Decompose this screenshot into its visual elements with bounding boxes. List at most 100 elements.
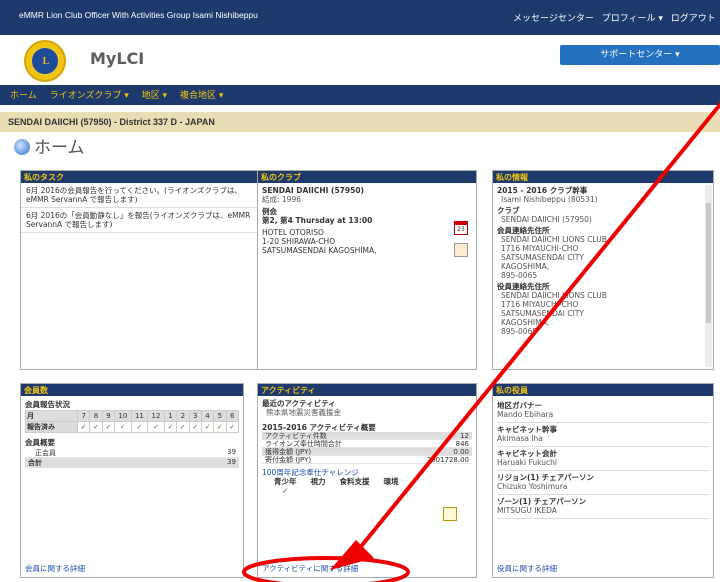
centennial-icon[interactable] bbox=[443, 507, 457, 521]
nav-district[interactable]: 地区 ▾ bbox=[142, 91, 167, 101]
user-banner: eMMR Lion Club Officer With Activities G… bbox=[19, 10, 258, 20]
cat-youth: 青少年 bbox=[274, 477, 297, 486]
month-cell: 11 bbox=[130, 410, 149, 422]
page-title: ホーム bbox=[14, 133, 85, 158]
club-label: クラブ bbox=[497, 206, 520, 215]
message-center-link[interactable]: メッセージセンター bbox=[513, 14, 594, 24]
club-value: SENDAI DAIICHI (57950) bbox=[501, 215, 592, 224]
club-chartered: 結成: 1996 bbox=[262, 195, 301, 204]
month-check: ✓ bbox=[101, 421, 116, 433]
month-check: ✓ bbox=[213, 421, 227, 433]
month-check: ✓ bbox=[176, 421, 190, 433]
tasks-panel: 私のタスク 6月 2016の会員報告を行ってください。(ライオンズクラブは、eM… bbox=[20, 170, 271, 370]
breadcrumb: SENDAI DAIICHI (57950) - District 337 D … bbox=[0, 112, 720, 132]
meeting-schedule: 第2, 第4 Thursday at 13:00 bbox=[262, 216, 373, 225]
app-title: MyLCI bbox=[90, 49, 145, 68]
calendar-icon[interactable]: 23 bbox=[454, 221, 468, 235]
officer-role: キャビネット幹事 bbox=[497, 425, 557, 434]
document-icon[interactable] bbox=[454, 243, 468, 257]
officer-role: キャビネット会計 bbox=[497, 449, 557, 458]
month-check: ✓ bbox=[76, 421, 91, 433]
officer-contact-label: 役員連絡先住所 bbox=[497, 282, 550, 291]
members-panel: 会員数 会員報告状況 月 7 8 9 10 11 12 1 2 3 4 5 6 報告済み ✓ ✓ ✓ ✓ ✓ ✓ ✓ ✓… bbox=[20, 383, 244, 578]
report-status-table: 月 7 8 9 10 11 12 1 2 3 4 5 6 報告済み ✓ ✓ ✓ ✓ ✓ ✓ ✓ ✓ ✓ ✓ ✓ ✓ bbox=[25, 410, 240, 433]
month-cell: 10 bbox=[114, 410, 132, 422]
month-cell: 12 bbox=[147, 410, 165, 422]
challenge-check: ✓ bbox=[282, 486, 289, 495]
officer-name: MITSUGU IKEDA bbox=[497, 506, 557, 515]
officer-role: 地区ガバナー bbox=[497, 401, 542, 410]
recent-activity-label: 最近のアクティビティ bbox=[262, 399, 336, 408]
month-cell: 5 bbox=[213, 410, 227, 422]
officer-role: リジョン(1) チェアパーソン bbox=[497, 473, 595, 482]
month-check: ✓ bbox=[188, 421, 202, 433]
activity-details-link[interactable]: アクティビティに関する詳細 bbox=[262, 563, 358, 574]
role-name: Isami Nishibeppu (80531) bbox=[501, 195, 598, 204]
officer-item: キャビネット会計 Haruaki Fukuchi bbox=[497, 447, 709, 471]
month-cell: 7 bbox=[76, 410, 91, 422]
month-check: ✓ bbox=[200, 421, 215, 433]
club-address-line: SATSUMASENDAI KAGOSHIMA, bbox=[262, 246, 377, 255]
task-item[interactable]: 6月 2016の「会員動静なし」を報告(ライオンズクラブは、eMMR Serva… bbox=[21, 208, 270, 233]
report-status-label: 会員報告状況 bbox=[25, 400, 70, 409]
brand-header: L MyLCI サポートセンター ▾ bbox=[0, 35, 720, 85]
globe-icon bbox=[14, 139, 30, 155]
club-address-line: HOTEL OTORISO bbox=[262, 228, 324, 237]
officer-role: ゾーン(1) チェアパーソン bbox=[497, 497, 587, 506]
activity-summary-title: 2015-2016 アクティビティ概要 bbox=[262, 423, 376, 432]
officers-panel: 私の役員 地区ガバナー Mando Ebihara キャビネット幹事 Akimasa … bbox=[492, 383, 714, 578]
activities-panel: アクティビティ 最近のアクティビティ 熊本県地震災害義援金 2015-2016 … bbox=[257, 383, 477, 578]
club-name: SENDAI DAIICHI (57950) bbox=[262, 186, 364, 195]
month-cell: 3 bbox=[188, 410, 202, 422]
month-check: ✓ bbox=[114, 421, 132, 433]
nav-lions-club[interactable]: ライオンズクラブ ▾ bbox=[50, 91, 129, 101]
month-cell: 4 bbox=[200, 410, 215, 422]
top-bar: eMMR Lion Club Officer With Activities G… bbox=[0, 0, 720, 35]
nav-multiple-district[interactable]: 複合地区 ▾ bbox=[180, 91, 223, 101]
logout-link[interactable]: ログアウト bbox=[671, 14, 716, 24]
club-header: 私のクラブ bbox=[258, 171, 476, 183]
tasks-header: 私のタスク bbox=[21, 171, 270, 183]
cat-environment: 環境 bbox=[383, 477, 399, 486]
info-scrollbar[interactable] bbox=[705, 185, 712, 367]
officer-item: キャビネット幹事 Akimasa Iha bbox=[497, 423, 709, 447]
officer-name: Mando Ebihara bbox=[497, 410, 554, 419]
role-title: 2015 - 2016 クラブ幹事 bbox=[497, 186, 588, 195]
month-cell: 9 bbox=[101, 410, 116, 422]
month-check: ✓ bbox=[89, 421, 103, 433]
cat-vision: 視力 bbox=[310, 477, 326, 486]
support-center-button[interactable]: サポートセンター ▾ bbox=[560, 45, 720, 65]
month-cell: 2 bbox=[176, 410, 190, 422]
top-links: メッセージセンター プロフィール ▾ ログアウト bbox=[513, 11, 720, 24]
month-check: ✓ bbox=[225, 421, 240, 433]
profile-link[interactable]: プロフィール ▾ bbox=[602, 14, 663, 24]
contact-label: 会員連絡先住所 bbox=[497, 226, 550, 235]
my-info-header: 私の情報 bbox=[493, 171, 713, 183]
main-nav: ホーム ライオンズクラブ ▾ 地区 ▾ 複合地区 ▾ bbox=[0, 85, 720, 105]
members-header: 会員数 bbox=[21, 384, 243, 396]
officer-details-link[interactable]: 役員に関する詳細 bbox=[497, 563, 557, 574]
month-cell: 8 bbox=[89, 410, 103, 422]
recent-activity[interactable]: 熊本県地震災害義援金 bbox=[262, 408, 472, 417]
meeting-label: 例会 bbox=[262, 207, 277, 216]
nav-home[interactable]: ホーム bbox=[10, 91, 37, 101]
month-check: ✓ bbox=[147, 421, 165, 433]
my-info-panel: 私の情報 2015 - 2016 クラブ幹事 Isami Nishibeppu … bbox=[492, 170, 714, 370]
officer-name: Haruaki Fukuchi bbox=[497, 458, 557, 467]
officer-name: Chizuko Yoshimura bbox=[497, 482, 568, 491]
officer-item: 地区ガバナー Mando Ebihara bbox=[497, 399, 709, 423]
activities-header: アクティビティ bbox=[258, 384, 476, 396]
club-panel: 私のクラブ SENDAI DAIICHI (57950) 結成: 1996 例会… bbox=[257, 170, 477, 370]
officers-header: 私の役員 bbox=[493, 384, 713, 396]
club-address-line: 1-20 SHIRAWA-CHO bbox=[262, 237, 336, 246]
month-cell: 1 bbox=[163, 410, 178, 422]
month-check: ✓ bbox=[163, 421, 178, 433]
member-details-link[interactable]: 会員に関する詳細 bbox=[25, 563, 85, 574]
cat-hunger: 食料支援 bbox=[339, 477, 370, 486]
lions-logo: L bbox=[24, 40, 66, 82]
task-item[interactable]: 6月 2016の会員報告を行ってください。(ライオンズクラブは、eMMR Ser… bbox=[21, 183, 270, 208]
officer-item: リジョン(1) チェアパーソン Chizuko Yoshimura bbox=[497, 471, 709, 495]
challenge-link[interactable]: 100周年記念奉仕チャレンジ bbox=[262, 468, 472, 477]
member-summary-label: 会員概要 bbox=[25, 438, 55, 447]
officer-item: ゾーン(1) チェアパーソン MITSUGU IKEDA bbox=[497, 495, 709, 519]
